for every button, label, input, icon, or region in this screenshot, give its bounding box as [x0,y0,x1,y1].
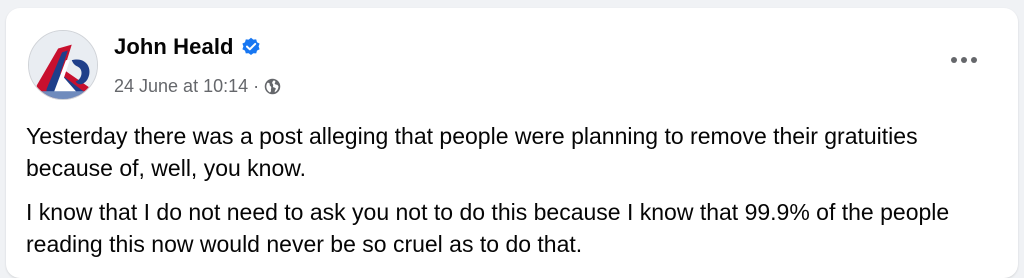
more-options-icon [951,57,977,63]
post-timestamp[interactable]: 24 June at 10:14 [114,76,248,97]
author-row: John Heald [114,34,261,60]
meta-separator: · [253,76,260,96]
globe-icon[interactable] [264,78,281,95]
post-paragraph: Yesterday there was a post alleging that… [26,123,918,181]
post-card: John Heald 24 June at 10:14 · Yesterday … [6,8,1018,278]
avatar-image [29,31,97,99]
post-paragraph: I know that I do not need to ask you not… [26,199,950,257]
post-body: Yesterday there was a post alleging that… [26,120,986,272]
author-name[interactable]: John Heald [114,34,234,60]
post-meta: 24 June at 10:14 · [114,76,281,97]
more-options-button[interactable] [946,48,982,72]
verified-badge-icon [241,37,261,57]
avatar[interactable] [28,30,98,100]
